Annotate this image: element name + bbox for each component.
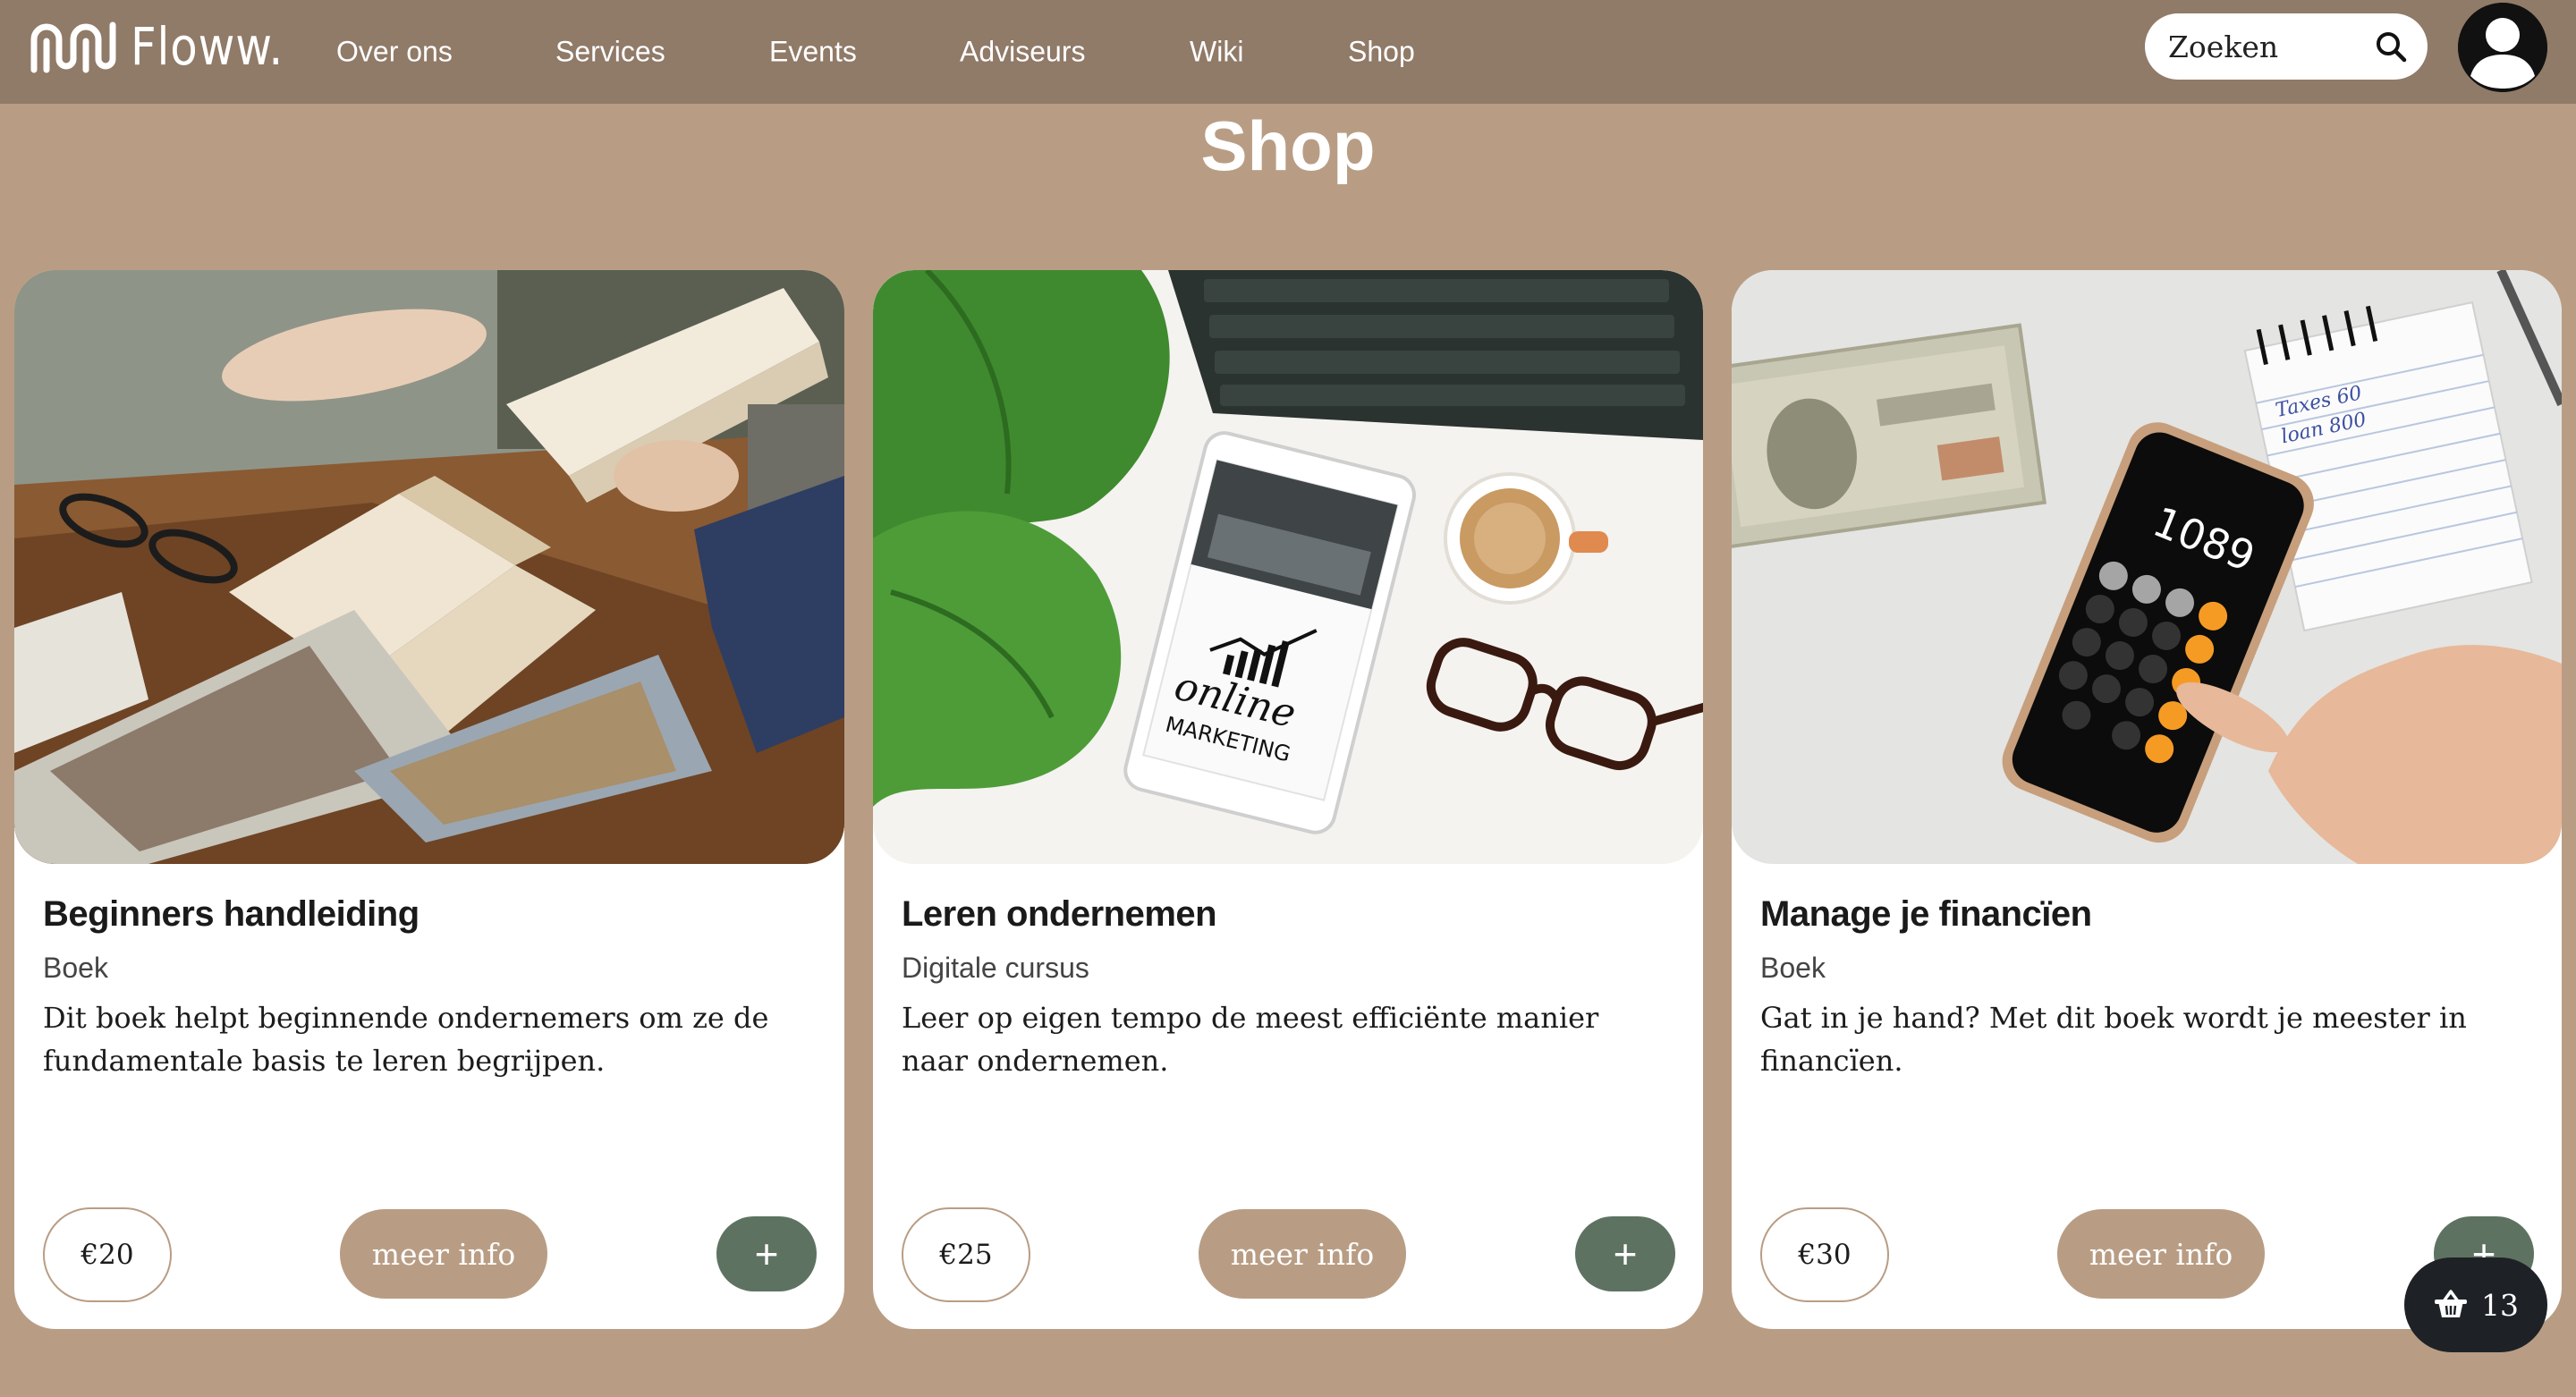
product-description: Gat in je hand? Met dit boek wordt je me… (1760, 1001, 2467, 1078)
user-avatar[interactable] (2458, 3, 2547, 92)
calculator-money-photo: Taxes 60 loan 800 1089 (1732, 270, 2562, 864)
nav-link-shop[interactable]: Shop (1348, 36, 1415, 69)
search-input[interactable] (2168, 29, 2374, 64)
brand-logo[interactable]: Floww. (29, 14, 309, 79)
product-category: Digitale cursus (902, 952, 1089, 984)
brand-name: Floww. (131, 16, 284, 77)
product-image-finances[interactable]: Taxes 60 loan 800 1089 (1732, 270, 2562, 864)
price-badge[interactable]: €25 (902, 1207, 1030, 1302)
cart-count: 13 (2481, 1287, 2519, 1323)
nav-link-events[interactable]: Events (769, 36, 857, 69)
nav-link-adviseurs[interactable]: Adviseurs (960, 36, 1086, 69)
navbar: Floww. Over ons Services Events Adviseur… (0, 0, 2576, 104)
product-card: Beginners handleiding Boek Dit boek help… (14, 270, 844, 1329)
more-info-button[interactable]: meer info (340, 1209, 547, 1299)
add-to-cart-button[interactable]: + (716, 1216, 817, 1291)
search-box (2145, 13, 2428, 80)
nav-link-wiki[interactable]: Wiki (1190, 36, 1243, 69)
page-title: Shop (1200, 106, 1376, 185)
floww-logo-icon (30, 21, 116, 73)
more-info-button[interactable]: meer info (2057, 1209, 2265, 1299)
user-avatar-icon (2458, 3, 2547, 92)
price-badge[interactable]: €20 (43, 1207, 172, 1302)
cart-button[interactable]: 13 (2404, 1257, 2547, 1352)
nav-link-services[interactable]: Services (555, 36, 665, 69)
product-title: Leren ondernemen (902, 894, 1217, 934)
product-category: Boek (1760, 952, 1826, 984)
books-photo (14, 270, 844, 864)
product-image-books[interactable] (14, 270, 844, 864)
online-marketing-tablet-photo: online MARKETING (873, 270, 1703, 864)
product-card: online MARKETING Leren ondernemen Digita… (873, 270, 1703, 1329)
basket-icon (2435, 1290, 2467, 1317)
product-card: Taxes 60 loan 800 1089 Manage je financï… (1732, 270, 2562, 1329)
product-description: Dit boek helpt beginnende ondernemers om… (43, 1001, 769, 1078)
more-info-button[interactable]: meer info (1199, 1209, 1406, 1299)
add-to-cart-button[interactable]: + (1575, 1216, 1675, 1291)
product-category: Boek (43, 952, 108, 984)
nav-link-over-ons[interactable]: Over ons (336, 36, 453, 69)
product-title: Beginners handleiding (43, 894, 419, 934)
product-description: Leer op eigen tempo de meest efficiënte … (902, 1001, 1599, 1078)
price-badge[interactable]: €30 (1760, 1207, 1889, 1302)
search-icon[interactable] (2374, 30, 2408, 64)
product-title: Manage je financïen (1760, 894, 2092, 934)
product-image-online-marketing[interactable]: online MARKETING (873, 270, 1703, 864)
